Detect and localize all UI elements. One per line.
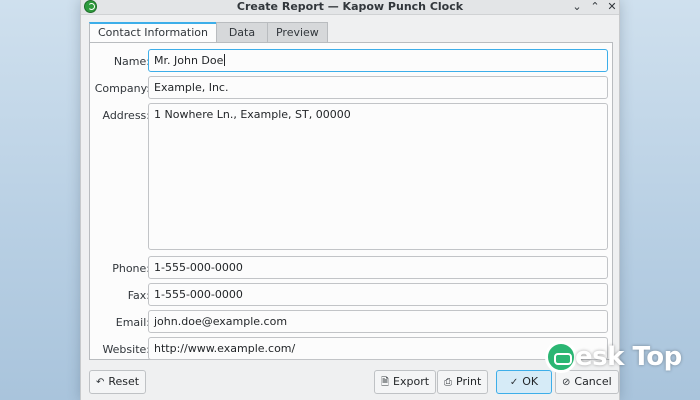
- name-value: Mr. John Doe: [154, 54, 224, 67]
- ok-label: OK: [522, 375, 539, 388]
- export-label: Export: [393, 375, 430, 388]
- watermark: esk Top: [545, 339, 695, 381]
- phone-label: Phone:: [112, 262, 150, 275]
- tab-bar: Contact Information Data Preview: [89, 22, 328, 44]
- chevron-down-icon[interactable]: ⌄: [570, 0, 584, 14]
- reset-button[interactable]: ↶ Reset: [89, 370, 147, 394]
- website-field[interactable]: http://www.example.com/: [148, 337, 608, 360]
- name-label: Name:: [113, 55, 150, 68]
- phone-field[interactable]: 1-555-000-0000: [148, 256, 608, 279]
- ok-button[interactable]: ✓ OK: [496, 370, 552, 394]
- name-field[interactable]: Mr. John Doe: [148, 49, 608, 72]
- tab-preview[interactable]: Preview: [266, 22, 328, 43]
- email-field[interactable]: john.doe@example.com: [148, 310, 608, 333]
- create-report-dialog: Create Report — Kapow Punch Clock ⌄ ⌃ ✕ …: [80, 0, 620, 400]
- print-button[interactable]: ⎙ Print: [437, 370, 489, 394]
- watermark-text: esk Top: [575, 342, 682, 372]
- reset-label: Reset: [108, 375, 140, 388]
- email-label: Email:: [115, 316, 150, 329]
- contact-information-panel: Name: Mr. John Doe Company: Example, Inc…: [89, 42, 613, 360]
- text-cursor: [224, 54, 226, 66]
- checkmark-icon: ✓: [509, 377, 519, 388]
- address-label: Address:: [102, 109, 150, 122]
- company-field[interactable]: Example, Inc.: [148, 76, 608, 99]
- restore-icon[interactable]: ⌃: [588, 0, 602, 14]
- window-title: Create Report — Kapow Punch Clock: [236, 0, 464, 13]
- close-icon[interactable]: ✕: [605, 0, 619, 14]
- website-label: Website:: [102, 343, 150, 356]
- tab-contact-information[interactable]: Contact Information: [89, 22, 217, 44]
- fax-field[interactable]: 1-555-000-0000: [148, 283, 608, 306]
- address-field[interactable]: 1 Nowhere Ln., Example, ST, 00000: [148, 103, 608, 250]
- fax-label: Fax:: [127, 289, 150, 302]
- print-label: Print: [456, 375, 482, 388]
- watermark-logo: [545, 341, 577, 373]
- tab-data[interactable]: Data: [215, 22, 268, 43]
- export-icon: 🗎: [381, 377, 390, 388]
- export-button[interactable]: 🗎 Export: [374, 370, 437, 394]
- title-bar[interactable]: Create Report — Kapow Punch Clock ⌄ ⌃ ✕: [81, 0, 619, 15]
- print-icon: ⎙: [444, 377, 452, 388]
- company-label: Company:: [94, 82, 150, 95]
- reset-icon: ↶: [96, 377, 105, 388]
